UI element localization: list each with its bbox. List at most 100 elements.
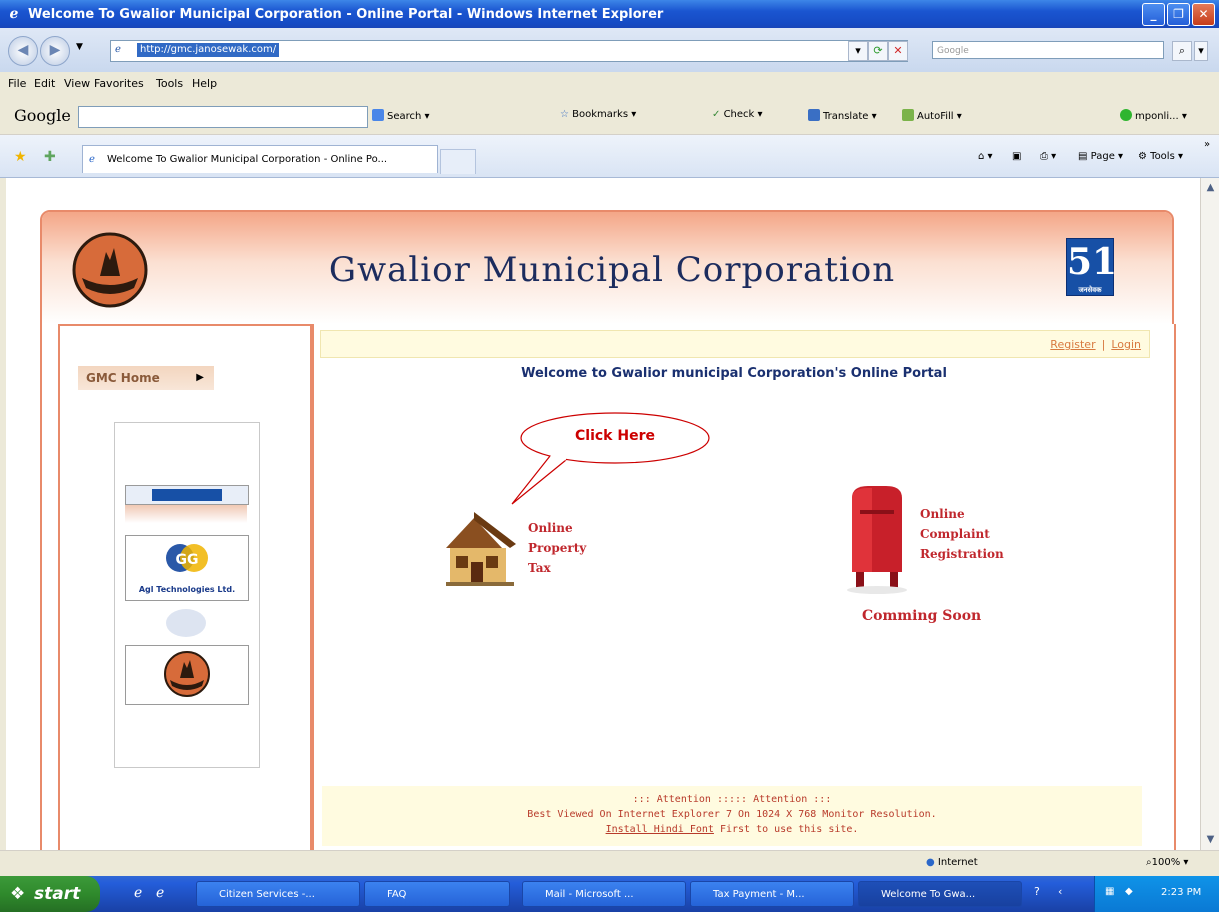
tray-expand-icon[interactable]: ‹ <box>1058 885 1062 898</box>
quicklaunch-ie-icon[interactable]: ℯ <box>134 885 142 901</box>
network-icon[interactable]: ▦ <box>1105 886 1114 897</box>
menu-edit[interactable]: Edit <box>34 77 55 90</box>
gmc-home-label: GMC Home <box>86 371 160 385</box>
mailbox-icon[interactable] <box>842 484 912 594</box>
window-title: Welcome To Gwalior Municipal Corporation… <box>28 6 664 22</box>
taskbar: ❖ start ℯ ℯ Citizen Services -... FAQ Ma… <box>0 876 1219 912</box>
task-tax-payment[interactable]: Tax Payment - M... <box>690 881 854 907</box>
translate-icon <box>808 109 820 121</box>
chevron-icon[interactable]: » <box>1204 139 1210 150</box>
internet-zone: ● Internet <box>926 857 978 868</box>
login-link[interactable]: Login <box>1111 338 1141 351</box>
search-options-icon[interactable]: ▾ <box>1194 41 1208 61</box>
janasewak-logo-text: 51 <box>1067 241 1118 283</box>
task-faq[interactable]: FAQ <box>364 881 510 907</box>
menu-help[interactable]: Help <box>192 77 217 90</box>
feeds-icon[interactable]: ▣ <box>1012 151 1021 162</box>
account-button[interactable]: mponli... ▾ <box>1120 109 1187 122</box>
register-link[interactable]: Register <box>1050 338 1095 351</box>
tools-menu[interactable]: ⚙ Tools ▾ <box>1138 151 1183 162</box>
google-toolbar: Google Search ▾ ☆ Bookmarks ▾ ✓ Check ▾ … <box>0 94 1219 135</box>
shield-icon[interactable]: ◆ <box>1125 886 1133 897</box>
globe-icon: ● <box>926 857 935 868</box>
janasewak-logo: 51 जनसेवक <box>1066 238 1118 296</box>
task-label: Citizen Services -... <box>219 889 315 900</box>
stop-icon[interactable]: ✕ <box>888 41 908 61</box>
minimize-button[interactable]: _ <box>1142 3 1165 26</box>
scroll-down-icon[interactable]: ▼ <box>1203 832 1218 848</box>
site-title: Gwalior Municipal Corporation <box>328 250 896 290</box>
start-button[interactable]: ❖ start <box>0 876 100 912</box>
sponsor-logo-agl[interactable]: GG Agl Technologies Ltd. <box>125 535 249 601</box>
property-tax-line1: Online <box>528 521 573 535</box>
bookmarks-button[interactable]: ☆ Bookmarks ▾ <box>560 109 636 120</box>
google-search-label: Search <box>387 111 422 122</box>
forward-button[interactable]: ▶ <box>40 36 70 66</box>
add-favorites-icon[interactable]: ✚ <box>44 149 56 165</box>
auth-separator: | <box>1101 338 1106 351</box>
account-label: mponli... <box>1135 111 1179 122</box>
sponsor-logo-gmc[interactable] <box>125 645 249 705</box>
quicklaunch-explorer-icon[interactable]: ℯ <box>156 885 164 901</box>
maximize-button[interactable]: ❐ <box>1167 3 1190 26</box>
address-field[interactable]: ℯ http://gmc.janosewak.com/ <box>110 40 908 62</box>
search-input[interactable]: Google <box>932 41 1164 59</box>
task-citizen-services[interactable]: Citizen Services -... <box>196 881 360 907</box>
back-button[interactable]: ◀ <box>8 36 38 66</box>
zoom-control[interactable]: ⌕100% ▾ <box>1146 857 1188 868</box>
favorites-star-icon[interactable]: ★ <box>14 149 27 165</box>
attention-font-line: Install Hindi Font First to use this sit… <box>322 822 1142 837</box>
refresh-icon[interactable]: ⟳ <box>868 41 888 61</box>
task-label: Welcome To Gwa... <box>881 889 976 900</box>
menu-view[interactable]: View <box>64 77 90 90</box>
attention-heading: ::: Attention ::::: Attention ::: <box>632 794 832 805</box>
status-bar: ● Internet ⌕100% ▾ <box>0 850 1219 877</box>
system-tray: ▦ ◆ 2:23 PM <box>1094 876 1219 912</box>
home-icon[interactable]: ⌂ ▾ <box>978 151 993 162</box>
welcome-heading: Welcome to Gwalior municipal Corporation… <box>521 366 947 381</box>
task-label: Tax Payment - M... <box>713 889 805 900</box>
address-url[interactable]: http://gmc.janosewak.com/ <box>137 43 280 57</box>
search-icon <box>372 109 384 121</box>
translate-button[interactable]: Translate ▾ <box>808 109 877 122</box>
address-toolbar: ◀ ▶ ▼ ℯ http://gmc.janosewak.com/ ▾ ⟳ ✕ … <box>0 28 1219 73</box>
sponsor-panel: GG Agl Technologies Ltd. <box>114 422 260 768</box>
menu-favorites[interactable]: Favorites <box>94 77 144 90</box>
menu-tools[interactable]: Tools <box>156 77 183 90</box>
ie-icon: ℯ <box>9 6 19 22</box>
task-mail[interactable]: Mail - Microsoft ... <box>522 881 686 907</box>
page-icon: ℯ <box>89 154 95 165</box>
menu-file[interactable]: File <box>8 77 26 90</box>
address-dropdown-icon[interactable]: ▾ <box>848 41 868 61</box>
bookmarks-label: Bookmarks <box>572 109 629 120</box>
house-icon[interactable] <box>440 504 520 590</box>
complaint-line1: Online <box>920 507 965 521</box>
gmc-home-button[interactable]: GMC Home ▶ <box>78 366 214 390</box>
clock[interactable]: 2:23 PM <box>1161 887 1201 898</box>
page-viewport: Gwalior Municipal Corporation 51 जनसेवक … <box>6 178 1200 850</box>
scroll-up-icon[interactable]: ▲ <box>1203 180 1218 196</box>
autofill-button[interactable]: AutoFill ▾ <box>902 109 962 122</box>
complaint-registration-link[interactable]: Online Complaint Registration <box>920 504 1004 564</box>
tab-title: Welcome To Gwalior Municipal Corporation… <box>107 154 388 165</box>
tab-active[interactable]: ℯ Welcome To Gwalior Municipal Corporati… <box>82 145 438 173</box>
google-search-button[interactable]: Search ▾ <box>372 109 430 122</box>
print-icon[interactable]: ⎙ ▾ <box>1040 151 1056 162</box>
page-menu[interactable]: ▤ Page ▾ <box>1078 151 1123 162</box>
complaint-line2: Complaint <box>920 527 990 541</box>
check-button[interactable]: ✓ Check ▾ <box>712 109 763 120</box>
google-search-input[interactable] <box>78 106 368 128</box>
attention-resolution: Best Viewed On Internet Explorer 7 On 10… <box>527 809 937 820</box>
property-tax-link[interactable]: Online Property Tax <box>528 518 586 578</box>
task-welcome[interactable]: Welcome To Gwa... <box>858 881 1022 907</box>
window-controls: _ ❐ ✕ <box>1142 3 1215 26</box>
vertical-scrollbar[interactable]: ▲ ▼ <box>1200 178 1219 850</box>
task-label: FAQ <box>387 889 407 900</box>
close-button[interactable]: ✕ <box>1192 3 1215 26</box>
new-tab-button[interactable] <box>440 149 476 174</box>
help-icon[interactable]: ? <box>1034 885 1040 898</box>
search-icon[interactable]: ⌕ <box>1172 41 1192 61</box>
task-label: Mail - Microsoft ... <box>545 889 634 900</box>
history-dropdown-icon[interactable]: ▼ <box>76 42 83 52</box>
install-hindi-font-link[interactable]: Install Hindi Font <box>606 824 714 835</box>
